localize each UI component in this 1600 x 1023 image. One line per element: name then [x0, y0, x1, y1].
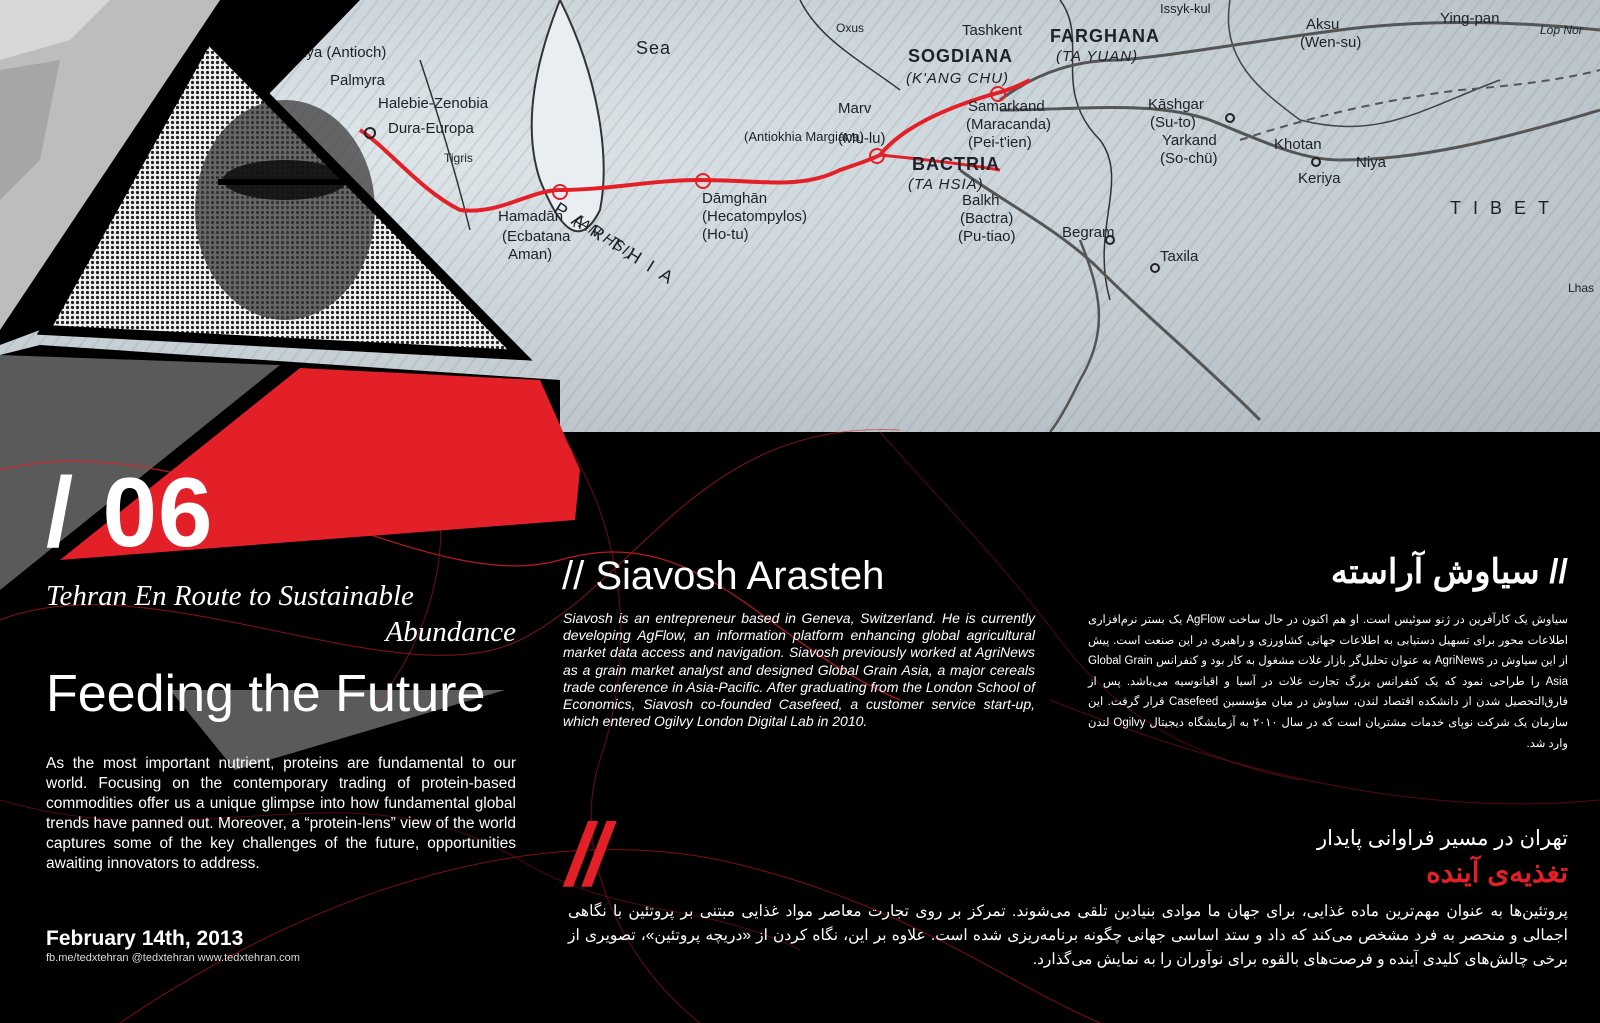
red-slashes: //: [566, 805, 609, 904]
speaker-bio-fa: سیاوش یک کارآفرین در ژنو سوئیس است. او ه…: [1088, 614, 1569, 750]
talk-intro: As the most important nutrient, proteins…: [46, 755, 516, 872]
speaker-bio-en: Siavosh is an entrepreneur based in Gene…: [563, 610, 1035, 730]
speaker-name-en: // Siavosh Arasteh: [562, 554, 885, 598]
event-subtitle-fa: تهران در مسیر فراوانی پایدار: [1317, 827, 1568, 850]
talk-title: Feeding the Future: [46, 665, 486, 723]
speaker-name-fa: // سیاوش آراسته: [1330, 553, 1568, 591]
event-subtitle: Tehran En Route to Sustainable Abundance: [46, 578, 516, 650]
talk-intro-fa: پروتئین‌ها به عنوان مهم‌ترین ماده غذایی،…: [568, 903, 1568, 968]
talk-number: / 06: [46, 457, 214, 567]
event-subtitle-line2: Abundance: [385, 616, 516, 648]
social-links: fb.me/tedxtehran @tedxtehran www.tedxteh…: [46, 952, 300, 964]
talk-title-fa: تغذیه‌ی آینده: [1426, 857, 1568, 888]
event-subtitle-line1: Tehran En Route to Sustainable: [46, 580, 414, 612]
event-date: February 14th, 2013: [46, 927, 244, 950]
